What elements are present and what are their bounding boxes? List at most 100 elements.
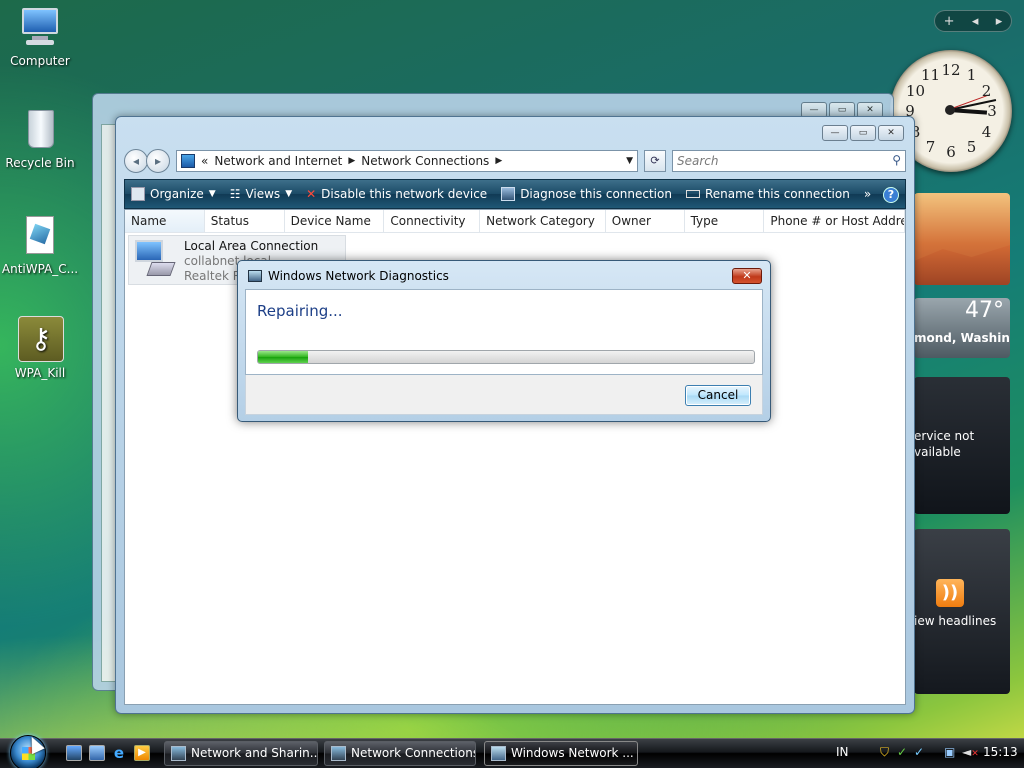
volume-muted-icon[interactable]: ◄✕ <box>962 745 979 759</box>
column-header-connectivity[interactable]: Connectivity <box>384 210 481 232</box>
desktop-icon-recycle-bin[interactable]: Recycle Bin <box>0 108 80 170</box>
tray-network-icon[interactable]: ▣ <box>944 745 955 759</box>
minimize-button[interactable]: — <box>822 125 848 141</box>
taskbar-button-network-diagnostics[interactable]: Windows Network ... <box>484 741 638 766</box>
views-icon: ☷ <box>229 187 241 201</box>
recycle-bin-icon <box>16 108 64 152</box>
rename-label: Rename this connection <box>704 187 850 201</box>
sidebar-controls[interactable]: + ◂ ▸ <box>934 10 1012 32</box>
column-headers: Name Status Device Name Connectivity Net… <box>125 210 905 233</box>
clock-numeral: 5 <box>966 137 977 156</box>
window-controls: — ▭ ✕ <box>822 125 904 141</box>
view-headlines-link[interactable]: iew headlines <box>914 614 996 628</box>
breadcrumb-separator-icon[interactable]: ▶ <box>348 156 355 166</box>
previous-icon[interactable]: ◂ <box>972 14 979 29</box>
taskbar-button-label: Network and Sharin... <box>191 746 318 760</box>
column-header-type[interactable]: Type <box>685 210 765 232</box>
feed-headlines-gadget[interactable]: )) iew headlines <box>914 529 1010 694</box>
more-commands-label: » <box>863 187 872 201</box>
rename-icon <box>685 190 700 198</box>
search-input[interactable]: Search ⚲ <box>672 150 906 172</box>
clock-numeral: 12 <box>941 61 961 79</box>
network-connections-icon <box>331 746 346 761</box>
refresh-button[interactable]: ⟳ <box>644 150 666 172</box>
desktop-icon-computer[interactable]: Computer <box>0 6 80 68</box>
maximize-button[interactable]: ▭ <box>850 125 876 141</box>
network-folder-icon <box>181 154 195 168</box>
desktop-icon-antiwpa[interactable]: AntiWPA_C... <box>0 214 80 276</box>
internet-explorer-icon[interactable]: e <box>111 745 127 761</box>
slideshow-gadget[interactable] <box>914 193 1010 285</box>
clock-numeral: 4 <box>981 122 992 141</box>
repair-progress-bar <box>257 350 755 364</box>
computer-icon <box>16 6 64 50</box>
network-diagnostics-dialog[interactable]: Windows Network Diagnostics ✕ Repairing.… <box>237 260 771 422</box>
diagnose-label: Diagnose this connection <box>520 187 672 201</box>
column-header-device-name[interactable]: Device Name <box>285 210 385 232</box>
security-check-icon[interactable]: ✓ <box>897 745 907 759</box>
column-header-network-category[interactable]: Network Category <box>480 210 606 232</box>
column-header-phone[interactable]: Phone # or Host Addre... <box>764 210 905 232</box>
taskbar-button-label: Windows Network ... <box>511 746 634 760</box>
column-header-owner[interactable]: Owner <box>606 210 685 232</box>
diagnose-button[interactable]: Diagnose this connection <box>501 187 672 201</box>
address-bar-row: ◂ ▸ « Network and Internet ▶ Network Con… <box>124 147 906 175</box>
help-icon[interactable]: ? <box>883 187 899 203</box>
feed-status-gadget[interactable]: ervice not vailable <box>914 377 1010 514</box>
address-dropdown-icon[interactable]: ▼ <box>626 156 633 166</box>
key-icon: ⚷ <box>16 316 64 362</box>
views-label: Views <box>245 187 281 201</box>
network-diagnostics-icon <box>491 746 506 761</box>
dialog-close-button[interactable]: ✕ <box>732 268 762 284</box>
desktop-icon-wpa-kill[interactable]: ⚷ WPA_Kill <box>0 316 80 380</box>
search-placeholder: Search <box>677 154 719 168</box>
breadcrumb-item[interactable]: Network and Internet <box>214 154 342 168</box>
language-indicator[interactable]: IN <box>836 745 849 759</box>
column-header-status[interactable]: Status <box>205 210 285 232</box>
weather-gadget[interactable]: 47° mond, Washing... <box>914 298 1010 358</box>
desktop-icon-label: Computer <box>10 54 70 68</box>
column-header-name[interactable]: Name <box>125 210 205 232</box>
desktop-icon-label: AntiWPA_C... <box>1 262 79 276</box>
forward-button[interactable]: ▸ <box>146 149 170 173</box>
diagnose-icon <box>501 187 516 201</box>
add-gadget-icon[interactable]: + <box>944 14 955 29</box>
show-desktop-icon[interactable] <box>66 745 82 761</box>
desktop-icon-label: WPA_Kill <box>14 366 66 380</box>
security-shield-icon[interactable]: ⛉ <box>880 745 889 760</box>
media-player-icon[interactable]: ▶ <box>134 745 150 761</box>
cancel-button[interactable]: Cancel <box>685 385 751 406</box>
clock-numeral: 2 <box>981 81 992 100</box>
windows-update-icon[interactable]: ✓ <box>914 745 924 759</box>
weather-temperature: 47° <box>965 298 1004 323</box>
more-commands-button[interactable]: » <box>864 187 871 201</box>
views-button[interactable]: ☷ Views ▼ <box>230 187 292 201</box>
desktop-icon-label: Recycle Bin <box>5 156 75 170</box>
rss-icon: )) <box>936 579 964 607</box>
breadcrumb-separator-icon[interactable]: ▶ <box>495 156 502 166</box>
rename-button[interactable]: Rename this connection <box>685 187 850 201</box>
taskbar-button-network-sharing[interactable]: Network and Sharin... <box>164 741 318 766</box>
taskbar-button-network-connections[interactable]: Network Connections <box>324 741 476 766</box>
next-icon[interactable]: ▸ <box>996 14 1003 29</box>
clock-center <box>945 105 955 115</box>
clock-time[interactable]: 15:13 <box>983 745 1018 759</box>
back-button[interactable]: ◂ <box>124 149 148 173</box>
clock-numeral: 6 <box>946 143 956 161</box>
breadcrumb-item[interactable]: Network Connections <box>361 154 489 168</box>
chevron-down-icon: ▼ <box>208 189 216 199</box>
close-button[interactable]: ✕ <box>878 125 904 141</box>
diagnostics-icon <box>248 270 262 282</box>
network-sharing-icon <box>171 746 186 761</box>
search-icon[interactable]: ⚲ <box>892 153 901 167</box>
dialog-heading: Repairing... <box>257 302 343 320</box>
weather-location: mond, Washing... <box>914 331 1010 345</box>
organize-button[interactable]: Organize ▼ <box>131 187 216 201</box>
switch-windows-icon[interactable] <box>89 745 105 761</box>
disable-device-button[interactable]: ✕ Disable this network device <box>306 187 487 201</box>
clock-numeral: 7 <box>925 137 936 156</box>
address-bar[interactable]: « Network and Internet ▶ Network Connect… <box>176 150 638 172</box>
taskbar-button-label: Network Connections <box>351 746 476 760</box>
breadcrumb-overflow-icon[interactable]: « <box>201 154 208 168</box>
organize-label: Organize <box>150 187 204 201</box>
